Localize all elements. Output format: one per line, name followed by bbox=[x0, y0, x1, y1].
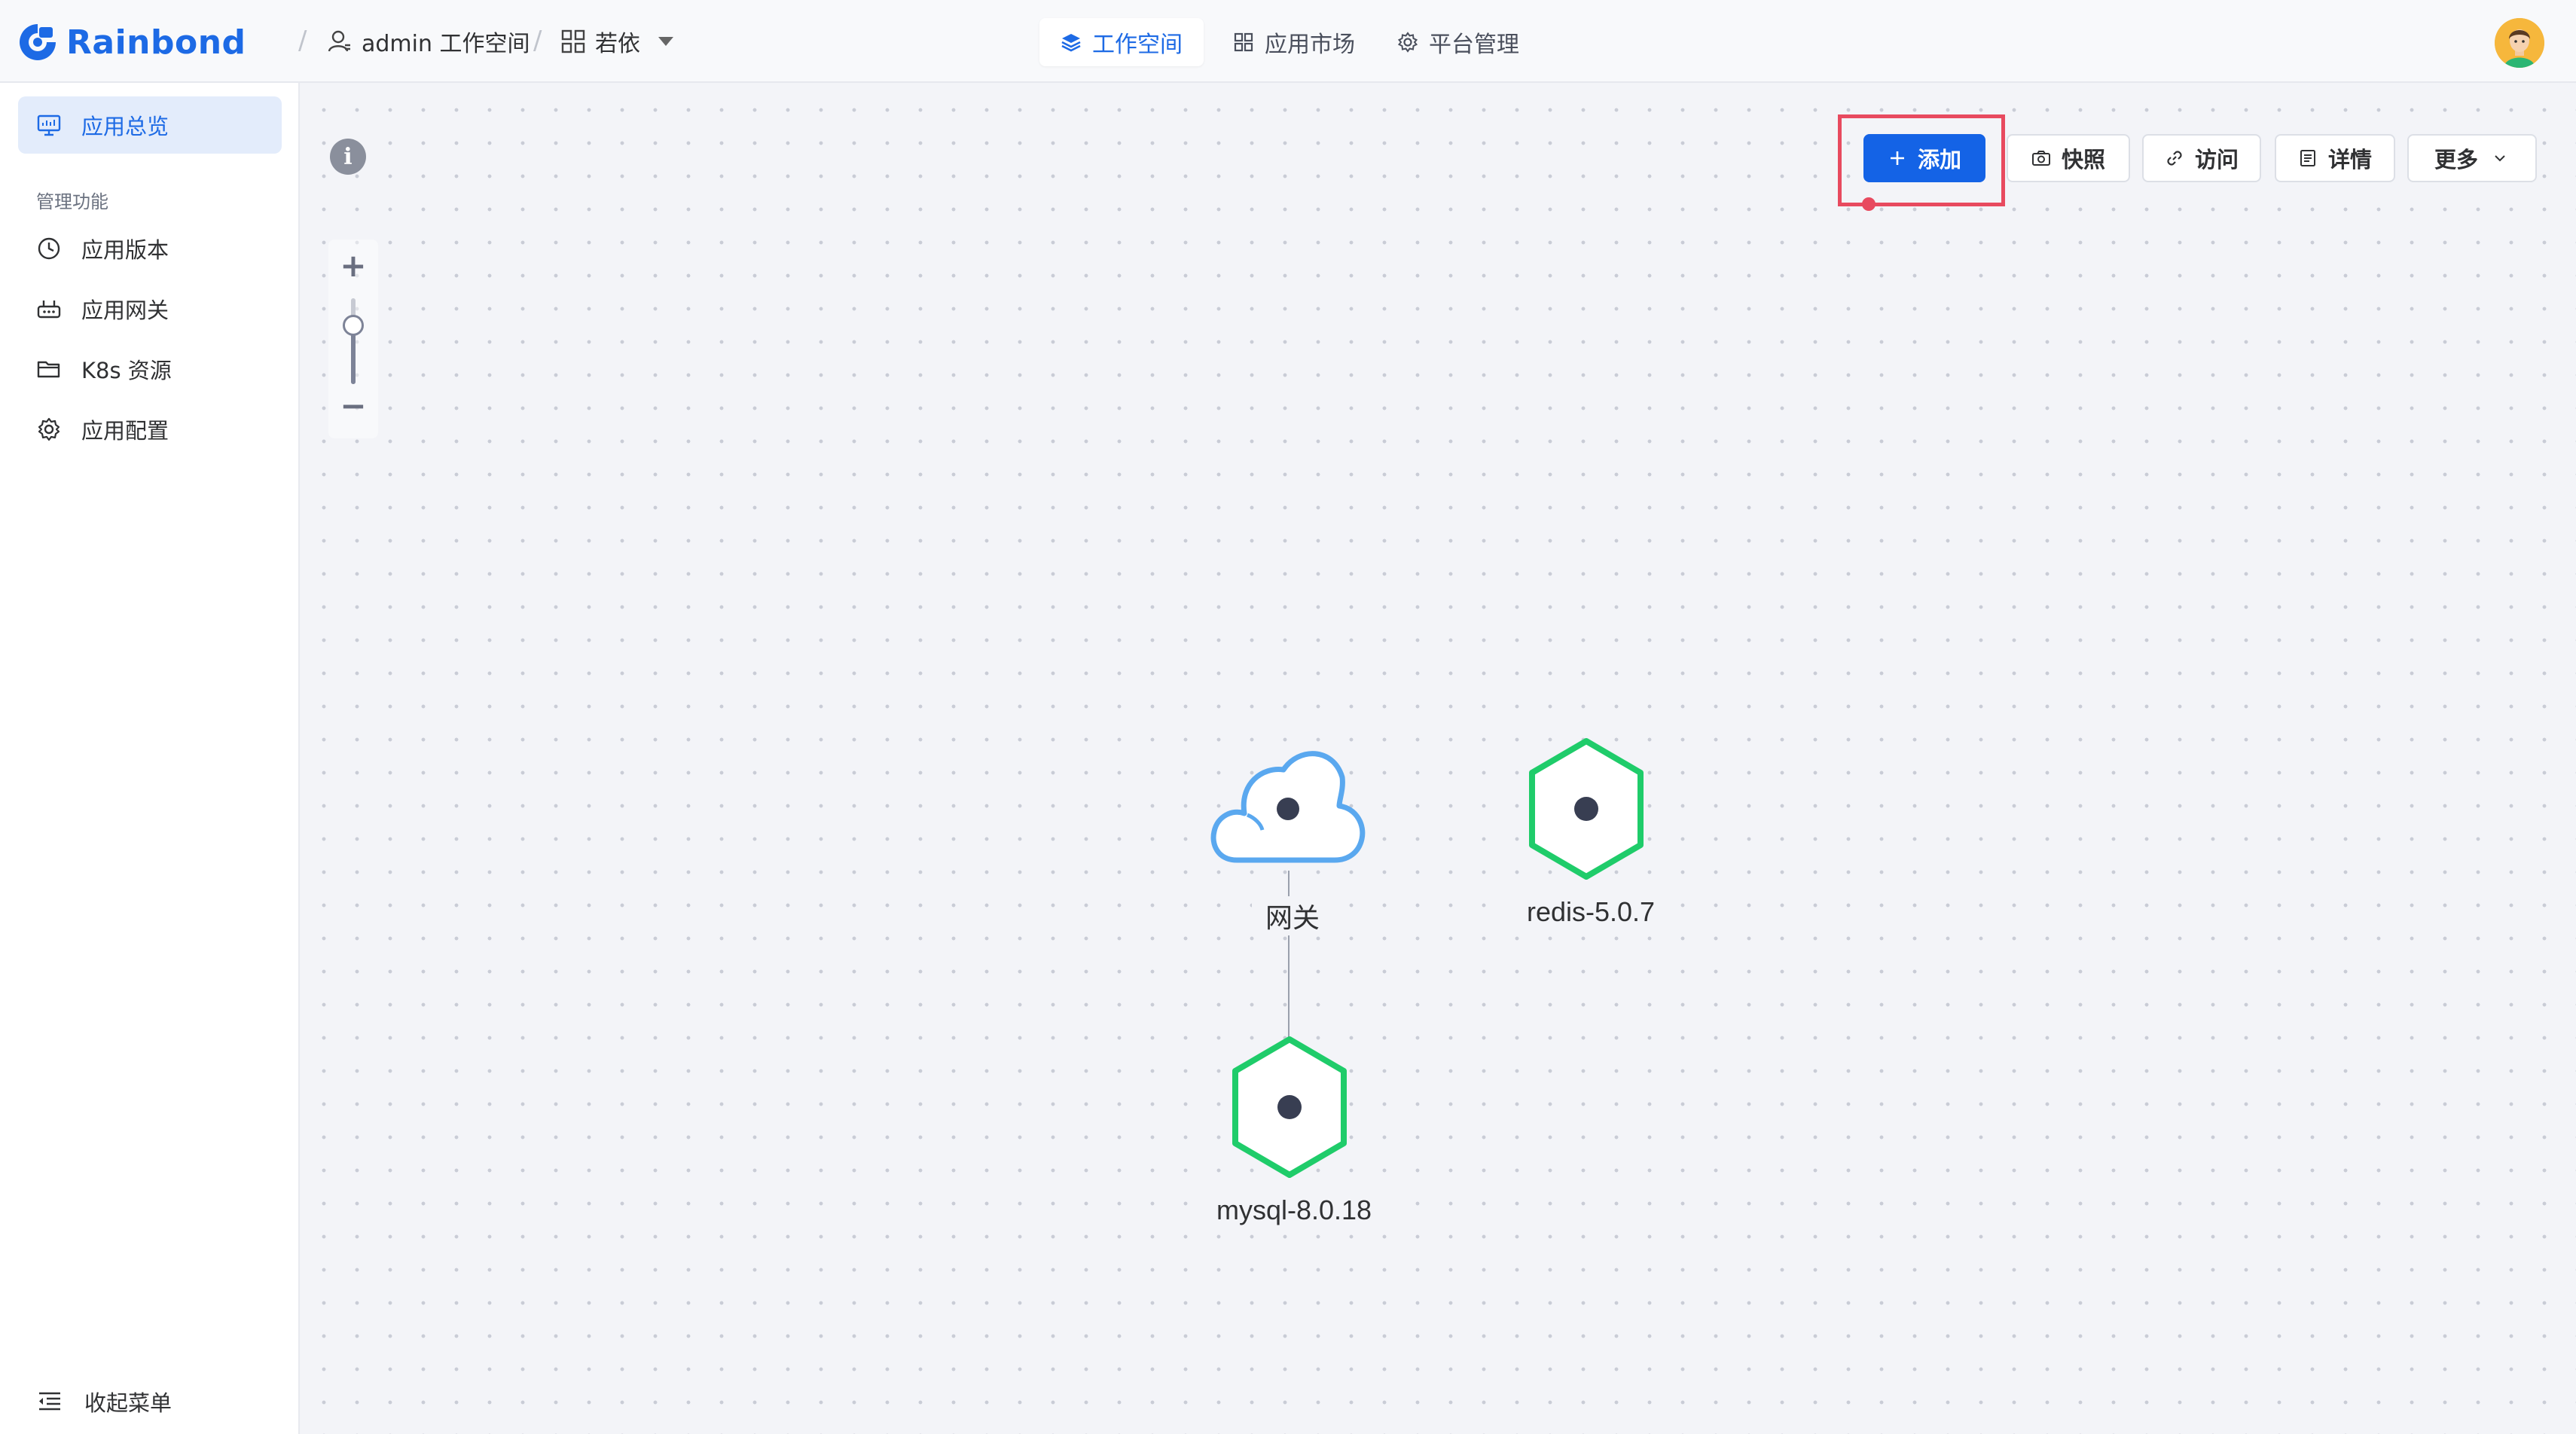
sidebar-item-k8s-resources[interactable]: K8s 资源 bbox=[18, 340, 282, 398]
sidebar-item-overview-label: 应用总览 bbox=[81, 114, 169, 139]
gateway-icon bbox=[37, 301, 61, 319]
tab-platform[interactable]: 平台管理 bbox=[1383, 18, 1534, 66]
sidebar: 应用总览 管理功能 应用版本 应用网关 K8s 资源 应用配置 收起菜单 bbox=[0, 83, 300, 1434]
topology-node-redis[interactable] bbox=[1523, 735, 1650, 886]
sidebar-item-label: K8s 资源 bbox=[81, 358, 172, 383]
rainbond-logo[interactable]: Rainbond bbox=[17, 20, 246, 65]
sidebar-item-versions[interactable]: 应用版本 bbox=[18, 220, 282, 277]
gear-icon bbox=[38, 417, 60, 441]
avatar-icon bbox=[2495, 18, 2544, 68]
zoom-out-button[interactable]: − bbox=[328, 390, 378, 422]
grid-icon bbox=[561, 29, 585, 53]
sidebar-item-label: 应用版本 bbox=[81, 237, 169, 263]
top-bar: Rainbond / admin 工作空间 / 若依 工作空间 应用市场 平台管… bbox=[0, 0, 2576, 83]
collapse-menu-button[interactable]: 收起菜单 bbox=[36, 1375, 172, 1428]
more-dropdown-button[interactable]: 更多 bbox=[2407, 134, 2537, 182]
visit-button[interactable]: 访问 bbox=[2142, 134, 2261, 182]
breadcrumb-separator: / bbox=[298, 26, 307, 56]
zoom-in-button[interactable]: + bbox=[328, 250, 378, 282]
more-button-label: 更多 bbox=[2434, 147, 2478, 172]
node-label-redis: redis-5.0.7 bbox=[1509, 896, 1672, 928]
topology-node-gateway[interactable] bbox=[1210, 731, 1366, 871]
breadcrumb-app-label: 若依 bbox=[595, 31, 640, 57]
user-avatar[interactable] bbox=[2495, 18, 2544, 68]
highlight-marker bbox=[1862, 197, 1876, 211]
sidebar-item-label: 应用网关 bbox=[81, 297, 169, 323]
plus-icon bbox=[1890, 151, 1904, 165]
hexagon-icon bbox=[1529, 738, 1644, 880]
document-icon bbox=[2300, 150, 2315, 166]
snapshot-button-label: 快照 bbox=[2061, 147, 2105, 172]
add-button-label: 添加 bbox=[1917, 147, 1961, 172]
layers-icon bbox=[1061, 34, 1081, 52]
cloud-icon bbox=[1210, 751, 1366, 863]
tab-market-label: 应用市场 bbox=[1265, 32, 1355, 58]
tab-platform-label: 平台管理 bbox=[1429, 32, 1519, 58]
gear-icon bbox=[1397, 32, 1418, 53]
folder-icon bbox=[37, 361, 60, 378]
breadcrumb-workspace-label: admin 工作空间 bbox=[362, 31, 530, 57]
tab-market[interactable]: 应用市场 bbox=[1219, 18, 1369, 66]
collapse-menu-label: 收起菜单 bbox=[84, 1390, 172, 1416]
details-button-label: 详情 bbox=[2327, 147, 2372, 172]
snapshot-button[interactable]: 快照 bbox=[2007, 134, 2130, 182]
chevron-down-icon bbox=[2495, 155, 2505, 162]
sidebar-item-label: 应用配置 bbox=[81, 418, 169, 444]
topology-canvas[interactable] bbox=[300, 83, 2576, 1434]
breadcrumb-separator: / bbox=[533, 26, 542, 56]
node-label-gateway: 网关 bbox=[1252, 896, 1333, 935]
sidebar-item-gateway[interactable]: 应用网关 bbox=[18, 280, 282, 337]
info-icon[interactable]: i bbox=[330, 139, 366, 175]
breadcrumb-workspace[interactable]: admin 工作空间 bbox=[327, 23, 530, 60]
add-button[interactable]: 添加 bbox=[1863, 134, 1985, 182]
topology-node-mysql[interactable] bbox=[1226, 1033, 1353, 1184]
node-label-mysql: mysql-8.0.18 bbox=[1199, 1194, 1389, 1226]
clock-icon bbox=[38, 237, 60, 260]
sidebar-item-config[interactable]: 应用配置 bbox=[18, 401, 282, 458]
hexagon-icon bbox=[1232, 1036, 1347, 1178]
zoom-slider-fill bbox=[351, 328, 356, 384]
tab-workspace[interactable]: 工作空间 bbox=[1039, 18, 1204, 66]
user-icon bbox=[328, 30, 350, 52]
logo-text: Rainbond bbox=[66, 23, 246, 62]
breadcrumb-app[interactable]: 若依 bbox=[560, 23, 673, 60]
zoom-slider-handle[interactable] bbox=[343, 315, 364, 336]
caret-down-icon[interactable] bbox=[658, 37, 673, 46]
grid-icon bbox=[1234, 32, 1253, 52]
zoom-control: + − bbox=[328, 240, 378, 438]
rainbond-logo-icon bbox=[20, 24, 56, 60]
link-icon bbox=[2167, 151, 2182, 166]
menu-group-title: 管理功能 bbox=[36, 191, 108, 212]
monitor-icon bbox=[37, 114, 61, 136]
tab-workspace-label: 工作空间 bbox=[1092, 32, 1183, 58]
sidebar-item-overview[interactable]: 应用总览 bbox=[18, 96, 282, 154]
camera-icon bbox=[2031, 151, 2050, 166]
visit-button-label: 访问 bbox=[2194, 147, 2239, 172]
menu-fold-icon bbox=[39, 1392, 60, 1411]
details-button[interactable]: 详情 bbox=[2275, 134, 2395, 182]
